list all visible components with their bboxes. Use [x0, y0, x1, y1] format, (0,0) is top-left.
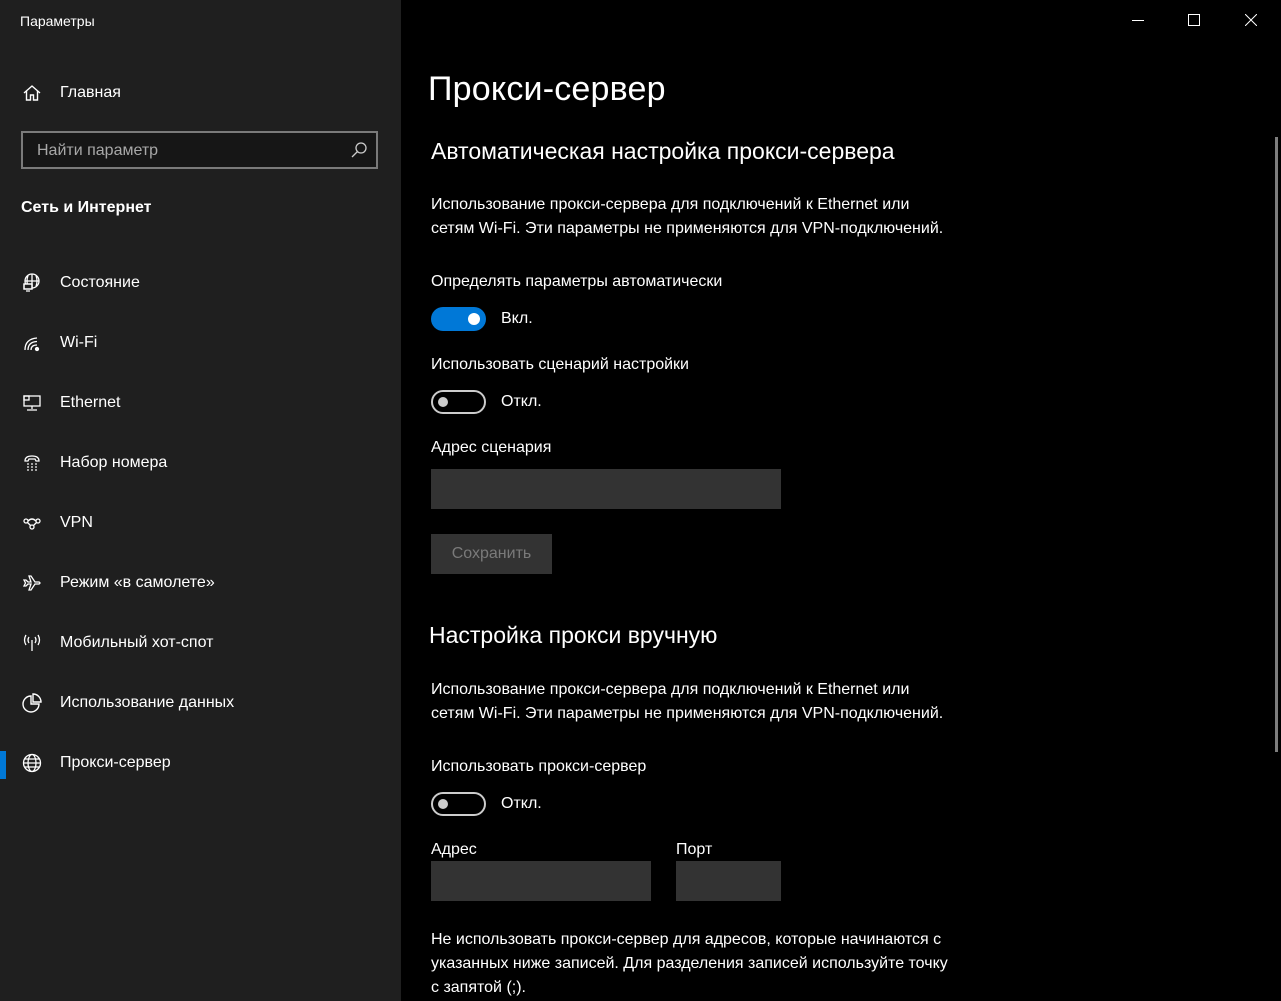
- network-status-icon: [20, 271, 44, 295]
- sidebar-item-label: Мобильный хот-спот: [60, 634, 214, 651]
- sidebar-item-status[interactable]: Состояние: [0, 263, 401, 303]
- section-title: Сеть и Интернет: [21, 199, 152, 216]
- auto-section-description: Использование прокси-сервера для подключ…: [431, 193, 1001, 241]
- sidebar-item-label: VPN: [60, 514, 93, 531]
- sidebar-item-airplane[interactable]: Режим «в самолете»: [0, 563, 401, 603]
- sidebar-item-home[interactable]: Главная: [0, 76, 401, 110]
- search-input[interactable]: [23, 133, 359, 169]
- sidebar-item-label: Прокси-сервер: [60, 754, 171, 771]
- hotspot-icon: [20, 631, 44, 655]
- use-proxy-state: Откл.: [501, 795, 542, 812]
- page-title: Прокси-сервер: [428, 70, 666, 108]
- sidebar-item-data-usage[interactable]: Использование данных: [0, 683, 401, 723]
- sidebar-item-label: Набор номера: [60, 454, 168, 471]
- setup-script-state: Откл.: [501, 393, 542, 410]
- script-address-input[interactable]: [431, 469, 781, 509]
- sidebar-item-label: Wi-Fi: [60, 334, 98, 351]
- manual-section-heading: Настройка прокси вручную: [429, 622, 718, 648]
- detect-settings-toggle[interactable]: [431, 307, 486, 331]
- description-line: Использование прокси-сервера для подключ…: [431, 681, 910, 698]
- setup-script-label: Использовать сценарий настройки: [431, 356, 689, 373]
- app-title: Параметры: [20, 13, 95, 29]
- vpn-icon: [20, 511, 44, 535]
- description-line: сетям Wi-Fi. Эти параметры не применяютс…: [431, 220, 944, 237]
- ethernet-icon: [20, 391, 44, 415]
- search-icon[interactable]: [350, 141, 368, 159]
- close-icon: [1245, 14, 1257, 26]
- auto-section-heading: Автоматическая настройка прокси-сервера: [431, 138, 895, 164]
- manual-section-description: Использование прокси-сервера для подключ…: [431, 678, 1001, 726]
- description-line: с запятой (;).: [431, 979, 526, 996]
- use-proxy-toggle[interactable]: [431, 792, 486, 816]
- wifi-icon: [20, 331, 44, 355]
- script-address-label: Адрес сценария: [431, 439, 552, 456]
- sidebar: Параметры Главная Сеть и Интернет Состоя…: [0, 0, 401, 1001]
- port-label: Порт: [676, 841, 713, 858]
- sidebar-item-dialup[interactable]: Набор номера: [0, 443, 401, 483]
- home-icon: [20, 81, 44, 105]
- minimize-button[interactable]: [1115, 0, 1161, 40]
- search-box: [21, 131, 378, 169]
- toggle-knob: [438, 799, 448, 809]
- maximize-icon: [1188, 14, 1200, 26]
- toggle-knob: [468, 313, 480, 325]
- sidebar-item-wifi[interactable]: Wi-Fi: [0, 323, 401, 363]
- maximize-button[interactable]: [1171, 0, 1217, 40]
- address-input[interactable]: [431, 861, 651, 901]
- scrollbar[interactable]: [1275, 137, 1278, 752]
- description-line: Использование прокси-сервера для подключ…: [431, 196, 910, 213]
- main-content: Прокси-сервер Автоматическая настройка п…: [401, 0, 1281, 1001]
- minimize-icon: [1132, 20, 1144, 21]
- dialup-icon: [20, 451, 44, 475]
- toggle-knob: [438, 397, 448, 407]
- sidebar-item-label: Режим «в самолете»: [60, 574, 215, 591]
- sidebar-item-label: Использование данных: [60, 694, 235, 711]
- save-button[interactable]: Сохранить: [431, 534, 552, 574]
- sidebar-item-hotspot[interactable]: Мобильный хот-спот: [0, 623, 401, 663]
- detect-settings-label: Определять параметры автоматически: [431, 273, 723, 290]
- airplane-icon: [20, 571, 44, 595]
- sidebar-item-label: Главная: [60, 84, 121, 101]
- description-line: указанных ниже записей. Для разделения з…: [431, 955, 948, 972]
- exceptions-description: Не использовать прокси-сервер для адресо…: [431, 928, 1031, 1000]
- description-line: Не использовать прокси-сервер для адресо…: [431, 931, 942, 948]
- data-usage-icon: [20, 691, 44, 715]
- address-label: Адрес: [431, 841, 477, 858]
- description-line: сетям Wi-Fi. Эти параметры не применяютс…: [431, 705, 944, 722]
- sidebar-item-vpn[interactable]: VPN: [0, 503, 401, 543]
- setup-script-toggle[interactable]: [431, 390, 486, 414]
- sidebar-item-label: Ethernet: [60, 394, 121, 411]
- use-proxy-label: Использовать прокси-сервер: [431, 758, 647, 775]
- port-input[interactable]: [676, 861, 781, 901]
- sidebar-item-label: Состояние: [60, 274, 140, 291]
- globe-icon: [20, 751, 44, 775]
- detect-settings-state: Вкл.: [501, 310, 533, 327]
- sidebar-item-ethernet[interactable]: Ethernet: [0, 383, 401, 423]
- close-button[interactable]: [1228, 0, 1274, 40]
- sidebar-item-proxy[interactable]: Прокси-сервер: [0, 743, 401, 783]
